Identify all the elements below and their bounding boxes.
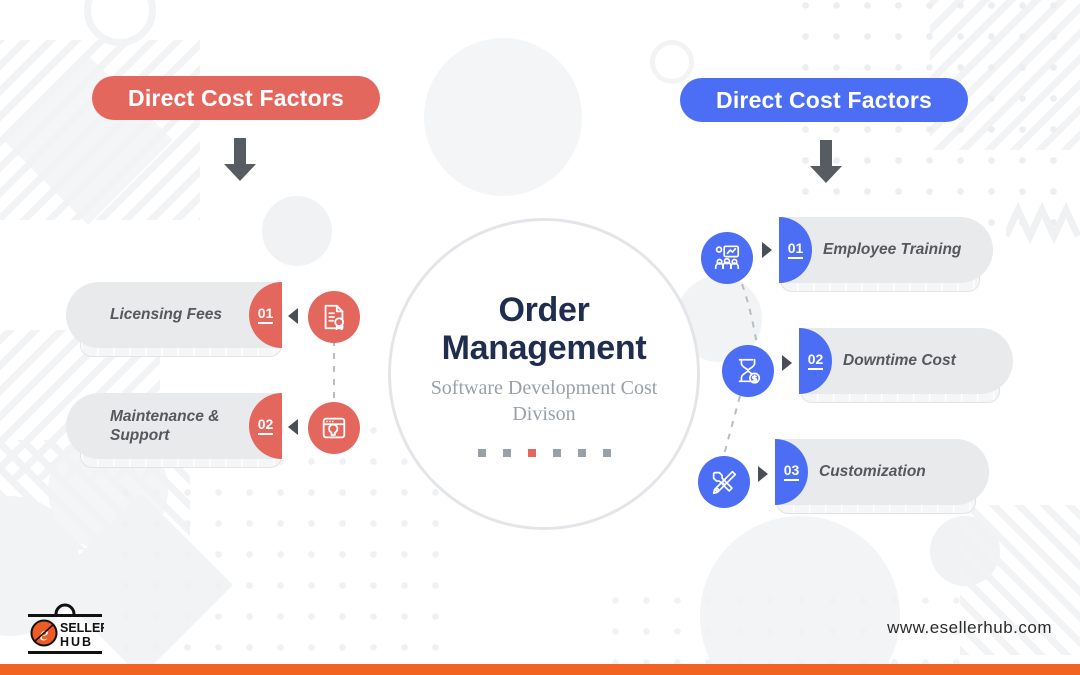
left-card-2-label: Maintenance & Support xyxy=(110,407,220,444)
tools-wrench-screwdriver-icon xyxy=(712,470,737,495)
down-arrow-icon-right xyxy=(810,140,842,183)
right-card-2-number: 02 xyxy=(799,328,832,394)
carousel-dot-active[interactable] xyxy=(527,449,536,458)
dashed-connector-right-1 xyxy=(741,284,759,350)
carousel-dot[interactable] xyxy=(577,449,586,458)
carousel-dot[interactable] xyxy=(502,449,511,458)
certificate-document-icon xyxy=(324,304,344,331)
arrow-marker-left-2 xyxy=(288,419,298,435)
left-card-1-label: Licensing Fees xyxy=(110,306,222,324)
website-url[interactable]: www.esellerhub.com xyxy=(887,618,1052,638)
briefcase-e-logo-icon[interactable]: e SELLER HUB xyxy=(26,603,104,657)
card-body[interactable]: 03 Customization xyxy=(775,439,989,505)
hourglass-dollar-icon xyxy=(738,358,761,384)
left-card-1[interactable]: Licensing Fees 01 xyxy=(66,282,282,357)
right-card-3-number: 03 xyxy=(775,439,808,505)
card-body[interactable]: Licensing Fees 01 xyxy=(66,282,282,348)
bg-zigzag-right xyxy=(1006,201,1080,245)
bg-circle-center-large xyxy=(424,38,582,196)
center-hub: Order Management Software Development Co… xyxy=(388,218,700,530)
infographic-canvas: Direct Cost Factors Direct Cost Factors … xyxy=(0,0,1080,675)
carousel-dot[interactable] xyxy=(477,449,486,458)
right-icon-bubble-1[interactable] xyxy=(701,232,753,284)
left-icon-bubble-1[interactable] xyxy=(308,291,360,343)
card-body[interactable]: 01 Employee Training xyxy=(779,217,993,283)
left-card-2-number: 02 xyxy=(249,393,282,459)
right-card-1-number: 01 xyxy=(779,217,812,283)
carousel-dots[interactable] xyxy=(477,449,611,458)
right-card-1-label: Employee Training xyxy=(823,241,962,259)
browser-wrench-icon xyxy=(322,417,346,439)
logo-name-top: SELLER xyxy=(60,621,104,635)
left-icon-bubble-2[interactable] xyxy=(308,402,360,454)
right-icon-bubble-2[interactable] xyxy=(722,345,774,397)
down-arrow-icon-left xyxy=(224,138,256,181)
bottom-accent-bar xyxy=(0,664,1080,675)
page-title: Order Management xyxy=(441,290,647,367)
arrow-marker-right-1 xyxy=(762,242,772,258)
right-card-2[interactable]: 02 Downtime Cost xyxy=(799,328,1013,403)
arrow-marker-right-2 xyxy=(782,355,792,371)
bg-ring-top-right xyxy=(650,40,694,84)
training-presentation-icon xyxy=(714,245,740,270)
header-pill-right[interactable]: Direct Cost Factors xyxy=(680,78,968,122)
center-subtitle: Software Development Cost Divison xyxy=(430,376,658,425)
bg-circle-left-mid xyxy=(262,196,332,266)
arrow-marker-right-3 xyxy=(758,466,768,482)
right-card-3-label: Customization xyxy=(819,463,926,481)
dashed-connector-right-2 xyxy=(721,396,741,462)
right-card-3[interactable]: 03 Customization xyxy=(775,439,989,514)
carousel-dot[interactable] xyxy=(602,449,611,458)
right-card-2-label: Downtime Cost xyxy=(843,352,956,370)
header-pill-left[interactable]: Direct Cost Factors xyxy=(92,76,380,120)
card-body[interactable]: Maintenance & Support 02 xyxy=(66,393,282,459)
card-body[interactable]: 02 Downtime Cost xyxy=(799,328,1013,394)
bg-stripes-top-left xyxy=(0,40,200,220)
carousel-dot[interactable] xyxy=(552,449,561,458)
arrow-marker-left-1 xyxy=(288,308,298,324)
left-card-2[interactable]: Maintenance & Support 02 xyxy=(66,393,282,468)
right-card-1[interactable]: 01 Employee Training xyxy=(779,217,993,292)
right-icon-bubble-3[interactable] xyxy=(698,456,750,508)
svg-text:e: e xyxy=(40,624,49,646)
logo-name-bottom: HUB xyxy=(60,635,93,649)
left-card-1-number: 01 xyxy=(249,282,282,348)
